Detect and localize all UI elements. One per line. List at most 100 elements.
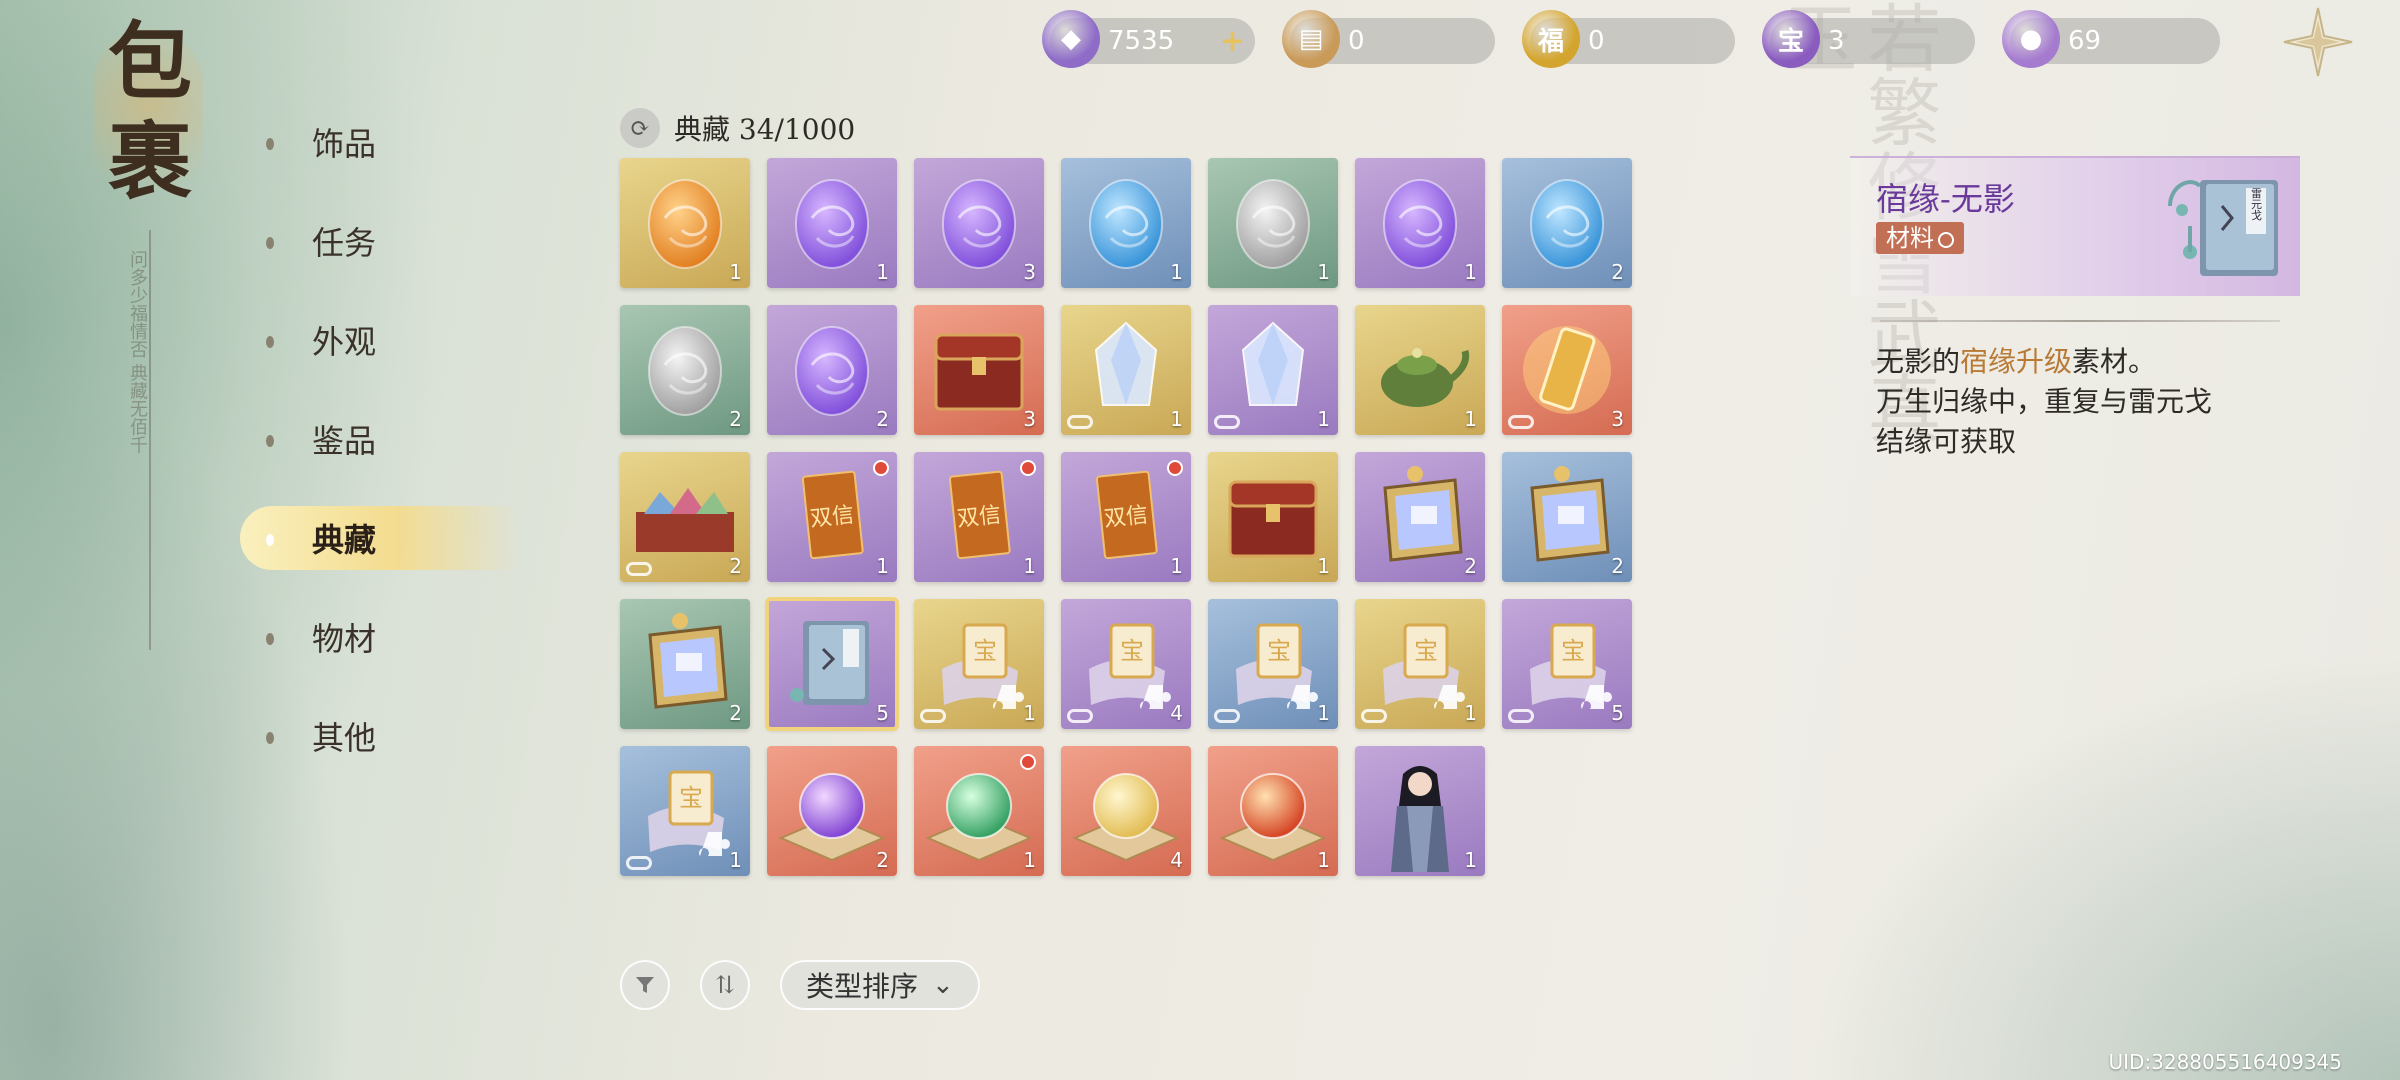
bound-link-icon <box>1214 415 1240 429</box>
item-slot[interactable]: 1 <box>1208 305 1338 435</box>
filter-icon[interactable] <box>620 960 670 1010</box>
item-count: 1 <box>1023 701 1036 725</box>
detail-tag-label: 材料 <box>1886 224 1934 252</box>
logo-note: 问多少福情否 典藏无佰千 <box>127 250 148 454</box>
item-slot[interactable]: 1 <box>767 158 897 288</box>
bound-link-icon <box>1361 709 1387 723</box>
detail-divider <box>1880 320 2280 322</box>
item-slot[interactable]: 1 <box>620 158 750 288</box>
sort-type-dropdown[interactable]: 类型排序 ⌄ <box>780 960 980 1010</box>
book-icon: 雷元戈 <box>2168 180 2278 276</box>
nav-item-6[interactable]: 其他 <box>240 704 520 768</box>
new-badge-icon <box>873 460 889 476</box>
sort-order-icon[interactable]: ⇅ <box>700 960 750 1010</box>
item-slot[interactable]: 宝5 <box>1502 599 1632 729</box>
item-slot[interactable]: 1 <box>914 746 1044 876</box>
item-slot[interactable]: 双信 1 <box>914 452 1044 582</box>
add-currency-icon[interactable]: + <box>1220 24 1245 59</box>
svg-text:宝: 宝 <box>679 784 703 812</box>
item-count: 2 <box>1611 260 1624 284</box>
detail-item-tag: 材料 <box>1876 222 1964 254</box>
item-slot[interactable]: 2 <box>1502 158 1632 288</box>
item-slot[interactable]: 宝1 <box>914 599 1044 729</box>
item-count: 2 <box>876 407 889 431</box>
item-count: 1 <box>1317 701 1330 725</box>
item-slot[interactable]: 2 <box>1355 452 1485 582</box>
settings-star-icon[interactable] <box>2282 6 2354 78</box>
detail-header: 宿缘-无影 材料 雷元戈 <box>1850 156 2300 296</box>
item-count: 1 <box>1023 554 1036 578</box>
item-slot[interactable]: 2 <box>620 452 750 582</box>
svg-text:双信: 双信 <box>809 503 855 532</box>
item-slot[interactable]: 宝1 <box>1355 599 1485 729</box>
item-detail-panel: 宿缘-无影 材料 雷元戈 无影的宿缘升级素材。 万生归缘中，重复与雷元戈 结缘可… <box>1850 156 2300 462</box>
bound-link-icon <box>1508 415 1534 429</box>
item-slot[interactable]: 1 <box>1355 158 1485 288</box>
bag-logo: 包 裹 问多少福情否 典藏无佰千 <box>85 20 215 650</box>
item-slot[interactable]: 2 <box>767 305 897 435</box>
nav-item-2[interactable]: 外观 <box>240 308 520 372</box>
nav-bullet-icon <box>266 534 274 546</box>
item-count: 1 <box>1317 848 1330 872</box>
nav-item-label: 饰品 <box>312 125 377 163</box>
item-count: 1 <box>1170 407 1183 431</box>
currency-pill-0[interactable]: ◆ 7535 + <box>1042 10 1255 68</box>
item-count: 1 <box>1317 554 1330 578</box>
item-count: 1 <box>1317 407 1330 431</box>
item-slot[interactable]: 5 <box>765 597 899 731</box>
item-slot[interactable]: 宝1 <box>620 746 750 876</box>
item-count: 3 <box>1611 407 1624 431</box>
item-slot[interactable]: 1 <box>1208 746 1338 876</box>
item-slot[interactable]: 3 <box>914 158 1044 288</box>
item-count: 1 <box>1170 260 1183 284</box>
item-count: 1 <box>1023 848 1036 872</box>
item-slot[interactable]: 1 <box>1355 305 1485 435</box>
logo-char-2: 裹 <box>107 112 192 211</box>
item-slot[interactable]: 1 <box>1208 452 1338 582</box>
desc-line-1: 无影的宿缘升级素材。 <box>1876 342 2290 382</box>
nav-item-1[interactable]: 任务 <box>240 209 520 273</box>
treasure-coin-icon: 宝 <box>1762 10 1820 68</box>
item-slot[interactable]: 3 <box>1502 305 1632 435</box>
chevron-down-icon: ⌄ <box>932 970 954 1000</box>
desc-line-2: 万生归缘中，重复与雷元戈 <box>1876 385 2213 418</box>
nav-bullet-icon <box>266 336 274 348</box>
item-slot[interactable]: 3 <box>914 305 1044 435</box>
nav-bullet-icon <box>266 633 274 645</box>
item-slot[interactable]: 1 <box>1061 158 1191 288</box>
item-count: 2 <box>876 848 889 872</box>
currency-pill-4[interactable]: ● 69 <box>2002 10 2220 68</box>
svg-text:宝: 宝 <box>973 637 997 665</box>
new-badge-icon <box>1167 460 1183 476</box>
item-slot[interactable]: 双信 1 <box>1061 452 1191 582</box>
item-slot[interactable]: 宝1 <box>1208 599 1338 729</box>
item-slot[interactable]: 1 <box>1355 746 1485 876</box>
currency-pill-1[interactable]: ▤ 0 <box>1282 10 1495 68</box>
item-slot[interactable]: 4 <box>1061 746 1191 876</box>
item-slot[interactable]: 1 <box>1208 158 1338 288</box>
svg-text:双信: 双信 <box>956 503 1002 532</box>
currency-pill-3[interactable]: 宝3 <box>1762 10 1975 68</box>
nav-item-5[interactable]: 物材 <box>240 605 520 669</box>
item-count: 1 <box>876 554 889 578</box>
refresh-icon[interactable]: ⟳ <box>620 108 660 148</box>
item-slot[interactable]: 双信 1 <box>767 452 897 582</box>
item-count: 5 <box>876 701 889 725</box>
bound-link-icon <box>626 562 652 576</box>
item-slot[interactable]: 1 <box>1061 305 1191 435</box>
item-slot[interactable]: 2 <box>1502 452 1632 582</box>
nav-item-3[interactable]: 鉴品 <box>240 407 520 471</box>
item-slot[interactable]: 2 <box>767 746 897 876</box>
item-count: 2 <box>729 554 742 578</box>
currency-value: 0 <box>1588 26 1605 56</box>
currency-pill-2[interactable]: 福0 <box>1522 10 1735 68</box>
item-slot[interactable]: 2 <box>620 599 750 729</box>
item-slot[interactable]: 宝4 <box>1061 599 1191 729</box>
nav-item-0[interactable]: 饰品 <box>240 110 520 174</box>
detail-description: 无影的宿缘升级素材。 万生归缘中，重复与雷元戈 结缘可获取 <box>1850 342 2290 462</box>
svg-text:宝: 宝 <box>1120 637 1144 665</box>
new-badge-icon <box>1020 460 1036 476</box>
item-slot[interactable]: 2 <box>620 305 750 435</box>
book-title-text: 雷元戈 <box>2250 187 2263 220</box>
nav-item-4[interactable]: 典藏 <box>240 506 520 570</box>
